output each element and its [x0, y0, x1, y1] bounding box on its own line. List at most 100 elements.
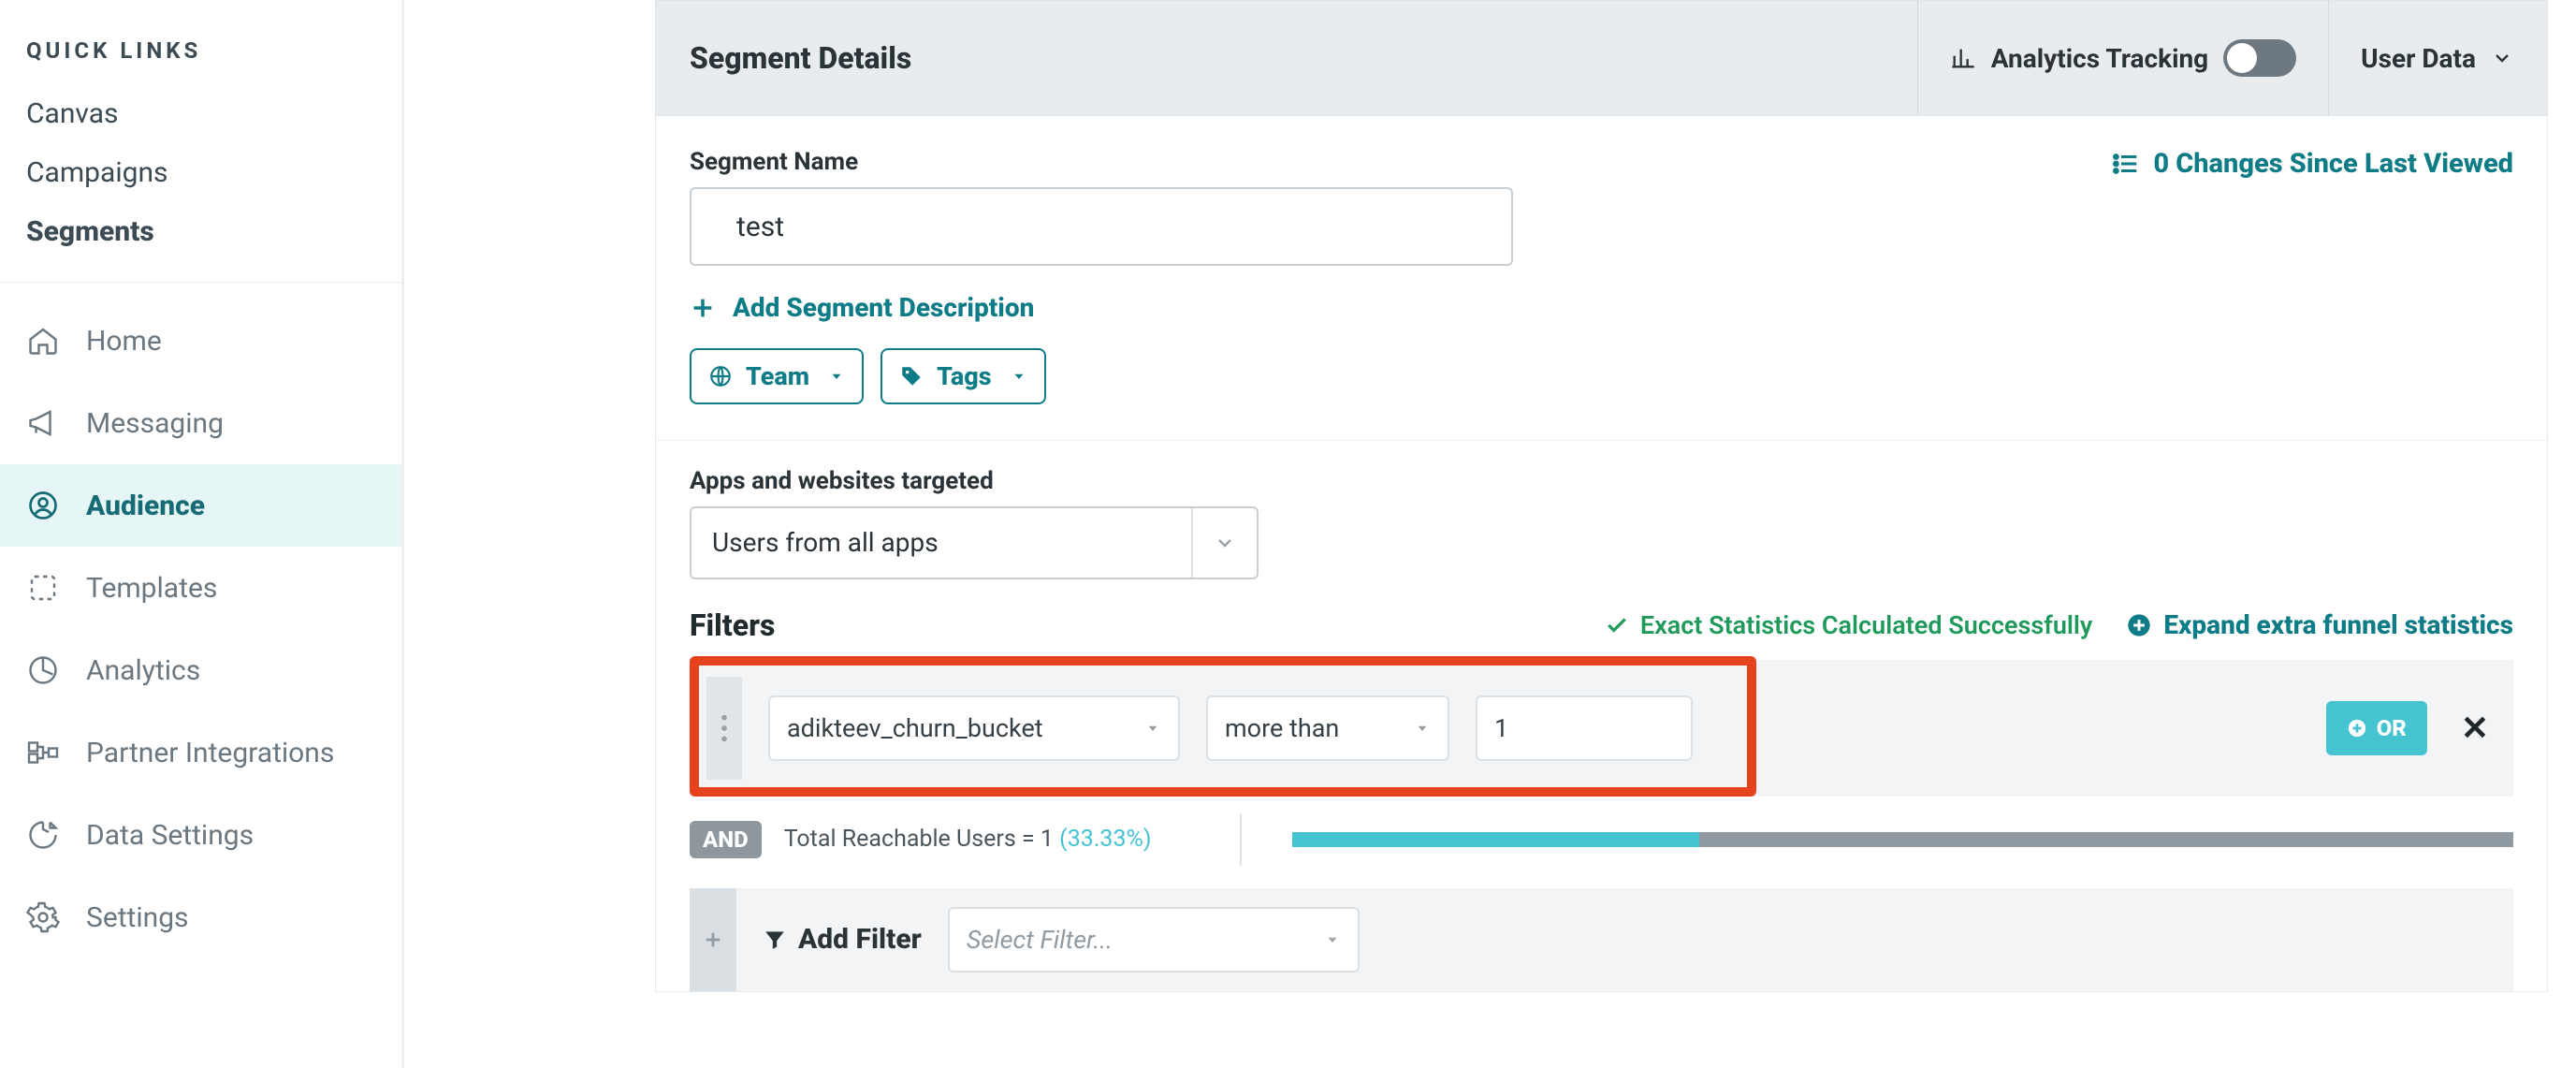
sidebar-divider	[0, 282, 401, 283]
reach-percent: (33.33%)	[1059, 826, 1151, 853]
filter-operator-select[interactable]: more than	[1206, 695, 1449, 761]
nav-partner-label: Partner Integrations	[86, 737, 334, 769]
reach-bar	[1292, 832, 2513, 847]
tags-dropdown[interactable]: Tags	[880, 348, 1046, 404]
quick-link-canvas[interactable]: Canvas	[0, 84, 401, 143]
team-dropdown[interactable]: Team	[690, 348, 864, 404]
tag-icon	[899, 364, 924, 388]
add-or-button[interactable]: OR	[2326, 701, 2427, 755]
audience-icon	[26, 489, 60, 522]
filter-attribute-value: adikteev_churn_bucket	[787, 713, 1043, 743]
filter-value-input[interactable]	[1476, 695, 1693, 761]
check-icon	[1605, 613, 1629, 637]
plus-icon	[690, 295, 716, 321]
header-separator	[1917, 1, 1918, 115]
primary-nav: Home Messaging Audience Templates Analyt…	[0, 300, 401, 958]
page-title: Segment Details	[690, 40, 911, 76]
remove-filter-button[interactable]: ✕	[2453, 709, 2496, 748]
gear-icon	[26, 900, 60, 934]
apps-targeted-value: Users from all apps	[691, 527, 1191, 558]
segment-name-label: Segment Name	[690, 148, 1513, 176]
filter-row: adikteev_churn_bucket more than OR ✕	[690, 660, 2513, 797]
caret-down-icon	[1324, 931, 1341, 948]
funnel-icon	[763, 928, 787, 952]
nav-analytics-label: Analytics	[86, 654, 200, 687]
apps-targeted-select[interactable]: Users from all apps	[690, 506, 1259, 579]
nav-messaging[interactable]: Messaging	[0, 382, 401, 464]
analytics-tracking-label: Analytics Tracking	[1991, 43, 2208, 74]
nav-audience-label: Audience	[86, 490, 205, 522]
analytics-icon	[26, 653, 60, 687]
plus-icon	[703, 929, 723, 950]
nav-home[interactable]: Home	[0, 300, 401, 382]
nav-settings-label: Settings	[86, 901, 189, 934]
or-label: OR	[2377, 715, 2407, 741]
drag-dots-icon	[720, 712, 729, 744]
nav-templates[interactable]: Templates	[0, 547, 401, 629]
filters-title: Filters	[690, 607, 775, 643]
quick-link-campaigns[interactable]: Campaigns	[0, 143, 401, 202]
chevron-down-icon	[2491, 47, 2513, 69]
globe-icon	[708, 364, 733, 388]
analytics-tracking-toggle[interactable]: Analytics Tracking	[1950, 39, 2296, 77]
header-bar: Segment Details Analytics Tracking User …	[655, 0, 2548, 116]
nav-home-label: Home	[86, 325, 162, 358]
total-reachable-users: Total Reachable Users = 1 (33.33%)	[784, 826, 1152, 853]
add-filter-select[interactable]: Select Filter...	[948, 907, 1360, 973]
changes-since-viewed-link[interactable]: 0 Changes Since Last Viewed	[2112, 148, 2513, 180]
plus-circle-icon	[2126, 612, 2152, 638]
plus-circle-icon	[2347, 718, 2367, 739]
panel-divider	[656, 440, 2547, 441]
reach-bar-fill	[1292, 832, 1699, 847]
templates-icon	[26, 571, 60, 605]
stats-status-text: Exact Statistics Calculated Successfully	[1640, 610, 2092, 640]
add-filter-text: Add Filter	[798, 923, 922, 956]
main: Segment Details Analytics Tracking User …	[404, 0, 2576, 1068]
nav-data-settings[interactable]: Data Settings	[0, 794, 401, 876]
quick-links: Canvas Campaigns Segments	[0, 84, 401, 261]
toggle-switch[interactable]	[2223, 39, 2296, 77]
nav-settings[interactable]: Settings	[0, 876, 401, 958]
add-segment-description-button[interactable]: Add Segment Description	[690, 292, 1034, 323]
add-segment-description-label: Add Segment Description	[733, 292, 1034, 323]
quick-links-title: QUICK LINKS	[0, 37, 401, 84]
nav-partner-integrations[interactable]: Partner Integrations	[0, 711, 401, 794]
quick-link-segments[interactable]: Segments	[0, 202, 401, 261]
reach-prefix: Total Reachable Users =	[784, 826, 1041, 853]
add-filter-row: Add Filter Select Filter...	[690, 888, 2513, 991]
nav-templates-label: Templates	[86, 572, 217, 605]
apps-targeted-caret[interactable]	[1191, 508, 1257, 578]
changes-since-viewed-text: 0 Changes Since Last Viewed	[2153, 148, 2513, 180]
caret-down-icon	[1414, 720, 1431, 737]
and-badge: AND	[690, 821, 762, 858]
stats-status: Exact Statistics Calculated Successfully	[1605, 610, 2092, 640]
add-filter-tile[interactable]	[690, 888, 736, 991]
nav-analytics[interactable]: Analytics	[0, 629, 401, 711]
add-filter-placeholder: Select Filter...	[967, 925, 1113, 955]
integrations-icon	[26, 736, 60, 769]
expand-funnel-stats-button[interactable]: Expand extra funnel statistics	[2126, 609, 2513, 640]
team-label: Team	[746, 361, 809, 391]
filter-attribute-select[interactable]: adikteev_churn_bucket	[768, 695, 1180, 761]
user-data-label: User Data	[2361, 43, 2476, 74]
user-data-dropdown[interactable]: User Data	[2361, 43, 2513, 74]
and-stats-row: AND Total Reachable Users = 1 (33.33%)	[690, 813, 2513, 866]
segment-name-input[interactable]	[690, 187, 1513, 266]
chevron-down-icon	[1214, 532, 1236, 554]
expand-funnel-stats-text: Expand extra funnel statistics	[2163, 609, 2513, 640]
nav-data-settings-label: Data Settings	[86, 819, 254, 852]
megaphone-icon	[26, 406, 60, 440]
drag-handle[interactable]	[706, 677, 742, 780]
nav-audience[interactable]: Audience	[0, 464, 401, 547]
apps-targeted-label: Apps and websites targeted	[690, 467, 2513, 495]
home-icon	[26, 324, 60, 358]
nav-messaging-label: Messaging	[86, 407, 224, 440]
filter-operator-value: more than	[1225, 713, 1339, 743]
data-settings-icon	[26, 818, 60, 852]
caret-down-icon	[1011, 368, 1027, 385]
tags-label: Tags	[937, 361, 992, 391]
sidebar: QUICK LINKS Canvas Campaigns Segments Ho…	[0, 0, 404, 1068]
reach-value: 1	[1041, 826, 1054, 853]
bar-chart-icon	[1950, 45, 1976, 71]
caret-down-icon	[828, 368, 845, 385]
